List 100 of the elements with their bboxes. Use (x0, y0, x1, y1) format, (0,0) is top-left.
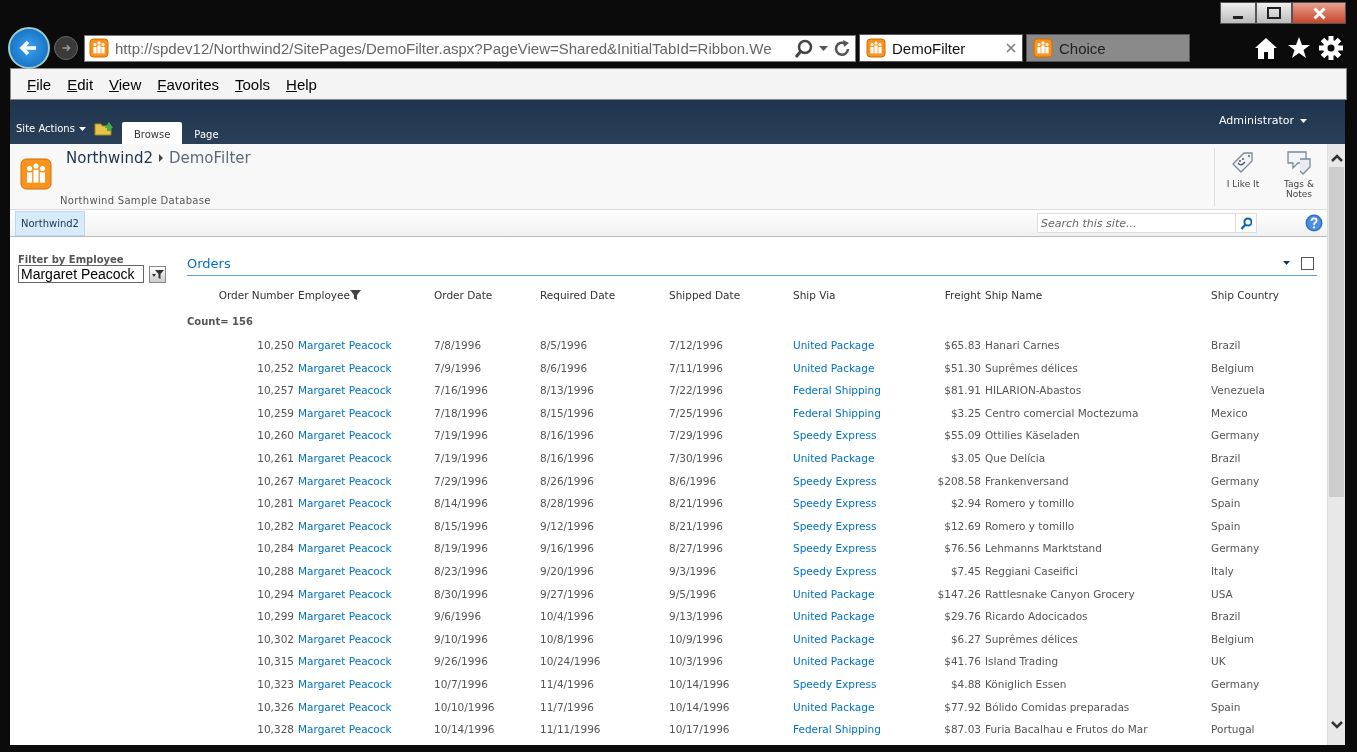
table-cell: 10,252 (257, 361, 294, 374)
table-link[interactable]: Margaret Peacock (298, 610, 392, 623)
table-link[interactable]: Federal Shipping (793, 384, 881, 397)
table-link[interactable]: United Package (793, 610, 875, 623)
page-title: DemoFilter (168, 149, 251, 167)
table-link[interactable]: United Package (793, 655, 875, 668)
column-header[interactable]: Ship Via (793, 288, 836, 301)
table-link[interactable]: Margaret Peacock (298, 587, 392, 600)
menu-item[interactable]: Favorites (149, 75, 227, 93)
table-link[interactable]: Federal Shipping (793, 723, 881, 736)
column-header[interactable]: Order Number (218, 288, 294, 301)
site-logo-icon (20, 158, 52, 190)
site-logo-icon (89, 38, 109, 58)
settings-icon[interactable] (1319, 36, 1343, 60)
table-cell: 8/16/1996 (540, 429, 594, 442)
table-link[interactable]: Margaret Peacock (298, 384, 392, 397)
table-cell: 8/15/1996 (434, 519, 488, 532)
search-field[interactable]: Search this site... (1037, 213, 1235, 233)
ribbon-tab[interactable]: Page (182, 122, 231, 144)
table-link[interactable]: Margaret Peacock (298, 406, 392, 419)
filter-picker-button[interactable] (149, 265, 166, 283)
address-bar[interactable]: http://spdev12/Northwind2/SitePages/DemoFilter.aspx?PageView=Shared&InitialTabId=Ribbon.We (84, 34, 856, 62)
table-link[interactable]: Speedy Express (793, 677, 877, 690)
page-action-button[interactable]: I Like It (1215, 148, 1271, 206)
table-link[interactable]: Margaret Peacock (298, 564, 392, 577)
table-link[interactable]: Margaret Peacock (298, 632, 392, 645)
column-header[interactable]: Shipped Date (669, 288, 741, 301)
caret-icon[interactable] (1283, 261, 1290, 265)
star-icon[interactable] (1287, 36, 1311, 59)
table-cell: Brazil (1211, 610, 1241, 623)
ribbon-tab[interactable]: Browse (121, 122, 183, 144)
table-link[interactable]: Margaret Peacock (298, 519, 392, 532)
table-link[interactable]: Speedy Express (793, 497, 877, 510)
home-icon[interactable] (1253, 36, 1279, 60)
table-cell: Suprêmes délices (985, 632, 1078, 645)
table-link[interactable]: Speedy Express (793, 542, 877, 555)
table-cell: 7/19/1996 (434, 451, 488, 464)
table-link[interactable]: Margaret Peacock (298, 497, 392, 510)
menu-item[interactable]: Help (278, 75, 325, 93)
close-tab-icon[interactable] (1006, 43, 1016, 53)
search-button[interactable] (1235, 213, 1257, 233)
column-header[interactable]: Freight (944, 288, 981, 301)
close-button[interactable] (1292, 2, 1346, 24)
menu-item[interactable]: Tools (227, 75, 279, 93)
table-cell: $55.09 (944, 429, 981, 442)
menu-item[interactable]: File (19, 75, 60, 93)
table-link[interactable]: United Package (793, 700, 875, 713)
page-action-button[interactable]: Tags & Notes (1271, 148, 1327, 206)
forward-button[interactable] (54, 36, 78, 60)
table-link[interactable]: Margaret Peacock (298, 429, 392, 442)
table-link[interactable]: United Package (793, 361, 875, 374)
table-link[interactable]: Margaret Peacock (298, 542, 392, 555)
table-cell: Mexico (1211, 406, 1248, 419)
table-link[interactable]: Margaret Peacock (298, 339, 392, 351)
table-link[interactable]: Margaret Peacock (298, 655, 392, 668)
table-cell: 8/21/1996 (669, 519, 723, 532)
table-cell: 10,261 (257, 451, 294, 464)
table-link[interactable]: Margaret Peacock (298, 677, 392, 690)
table-link[interactable]: United Package (793, 632, 875, 645)
table-link[interactable]: Speedy Express (793, 429, 877, 442)
site-actions-menu[interactable]: Site Actions (16, 123, 86, 134)
site-title-link[interactable]: Northwind2 (66, 149, 153, 167)
table-link[interactable]: Margaret Peacock (298, 474, 392, 487)
table-cell: 9/20/1996 (540, 564, 594, 577)
column-header[interactable]: Ship Name (985, 288, 1043, 301)
caret-icon[interactable] (819, 45, 828, 51)
user-menu[interactable]: Administrator (1219, 114, 1307, 127)
table-link[interactable]: United Package (793, 339, 875, 351)
back-button[interactable] (8, 27, 50, 69)
table-link[interactable]: Speedy Express (793, 519, 877, 532)
column-header[interactable]: Employee (298, 288, 361, 301)
browser-tab[interactable]: Choice (1026, 34, 1190, 62)
column-header[interactable]: Order Date (434, 288, 493, 301)
menu-item[interactable]: Edit (59, 75, 102, 93)
web-part-checkbox[interactable] (1301, 256, 1314, 270)
refresh-icon[interactable] (834, 39, 851, 57)
browser-tab[interactable]: DemoFilter (859, 34, 1023, 62)
employee-filter-field[interactable]: Margaret Peacock (18, 265, 144, 283)
table-cell: 10,260 (257, 429, 294, 442)
scroll-up-icon[interactable] (1330, 154, 1343, 163)
scrollbar-thumb[interactable] (1329, 167, 1344, 497)
table-link[interactable]: Federal Shipping (793, 406, 881, 419)
search-icon[interactable] (795, 38, 813, 58)
top-nav-link[interactable]: Northwind2 (15, 210, 85, 236)
table-link[interactable]: Margaret Peacock (298, 451, 392, 464)
table-link[interactable]: Margaret Peacock (298, 361, 392, 374)
maximize-button[interactable] (1256, 2, 1292, 24)
column-header[interactable]: Required Date (540, 288, 616, 301)
menu-item[interactable]: View (101, 75, 150, 93)
table-link[interactable]: United Package (793, 587, 875, 600)
table-link[interactable]: United Package (793, 451, 875, 464)
table-link[interactable]: Margaret Peacock (298, 700, 392, 713)
scroll-down-icon[interactable] (1330, 720, 1343, 729)
help-icon[interactable] (1305, 214, 1323, 232)
table-link[interactable]: Margaret Peacock (298, 723, 392, 736)
column-header[interactable]: Ship Country (1211, 288, 1279, 301)
table-cell: 7/9/1996 (434, 361, 482, 374)
minimize-button[interactable] (1220, 2, 1256, 24)
table-link[interactable]: Speedy Express (793, 474, 877, 487)
table-link[interactable]: Speedy Express (793, 564, 877, 577)
